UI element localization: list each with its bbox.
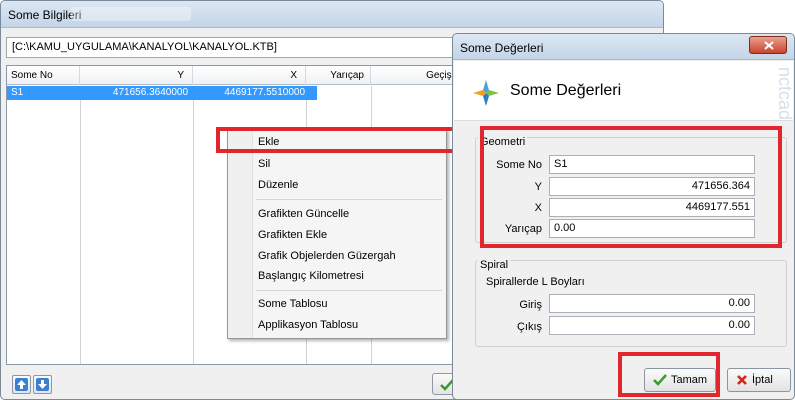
- iptal-button-label: İptal: [752, 374, 773, 386]
- menu-item-baslangic-kilometresi[interactable]: Başlangıç Kilometresi: [258, 270, 364, 282]
- move-up-button[interactable]: [12, 375, 31, 394]
- grid-column-line: [80, 86, 81, 364]
- menu-item-applikasyon-tablosu[interactable]: Applikasyon Tablosu: [258, 319, 358, 331]
- dialog-title: Some Değerleri: [460, 41, 544, 55]
- titlebar-faded-text: [71, 7, 191, 21]
- giris-field[interactable]: 0.00: [549, 294, 755, 313]
- menu-item-duzenle[interactable]: Düzenle: [258, 179, 298, 191]
- app-logo-icon: [473, 80, 499, 106]
- arrow-up-icon: [15, 378, 28, 391]
- dialog-header-title: Some Değerleri: [510, 82, 622, 99]
- highlight-box-geometry: [480, 126, 782, 248]
- move-down-button[interactable]: [33, 375, 52, 394]
- column-header-y[interactable]: Y: [80, 66, 193, 85]
- iptal-button[interactable]: İptal: [727, 368, 791, 392]
- menu-item-grafikten-guncelle[interactable]: Grafikten Güncelle: [258, 208, 349, 220]
- table-row[interactable]: S1 471656.3640000 4469177.5510000: [7, 86, 317, 100]
- context-menu: Ekle Sil Düzenle Grafikten Güncelle Graf…: [227, 129, 447, 339]
- menu-item-sil[interactable]: Sil: [258, 158, 270, 170]
- highlight-box-ekle: [216, 127, 457, 153]
- column-header-some-no[interactable]: Some No: [7, 66, 80, 85]
- watermark-text: nctcad: [775, 67, 795, 121]
- spiral-group-title: Spiral: [478, 259, 511, 271]
- menu-separator: [256, 199, 442, 200]
- giris-label: Giriş: [519, 299, 542, 311]
- cancel-x-icon: [737, 375, 747, 385]
- column-header-x[interactable]: X: [193, 66, 306, 85]
- row-y-value: 471656.3640000: [112, 87, 188, 98]
- dialog-titlebar[interactable]: Some Değerleri: [453, 34, 794, 60]
- row-x-value: 4469177.5510000: [224, 87, 305, 98]
- menu-item-some-tablosu[interactable]: Some Tablosu: [258, 298, 328, 310]
- grid-column-line: [193, 86, 194, 364]
- context-menu-gutter: [228, 130, 253, 338]
- main-titlebar[interactable]: Some Bilgileri: [1, 1, 663, 28]
- dialog-header: Some Değerleri nctcad: [454, 61, 795, 121]
- close-icon: [764, 41, 774, 50]
- cikis-label: Çıkış: [516, 321, 542, 333]
- row-some-no: S1: [11, 87, 24, 98]
- cikis-field[interactable]: 0.00: [549, 316, 755, 335]
- menu-item-grafik-objelerden-guzergah[interactable]: Grafik Objelerden Güzergah: [258, 250, 396, 262]
- close-button[interactable]: [749, 36, 787, 54]
- highlight-box-tamam: [618, 352, 720, 397]
- spiral-subtitle: Spirallerde L Boyları: [486, 276, 585, 288]
- menu-separator: [256, 290, 442, 291]
- menu-item-grafikten-ekle[interactable]: Grafikten Ekle: [258, 229, 327, 241]
- column-header-yaricap[interactable]: Yarıçap: [306, 66, 371, 85]
- arrow-down-icon: [36, 378, 49, 391]
